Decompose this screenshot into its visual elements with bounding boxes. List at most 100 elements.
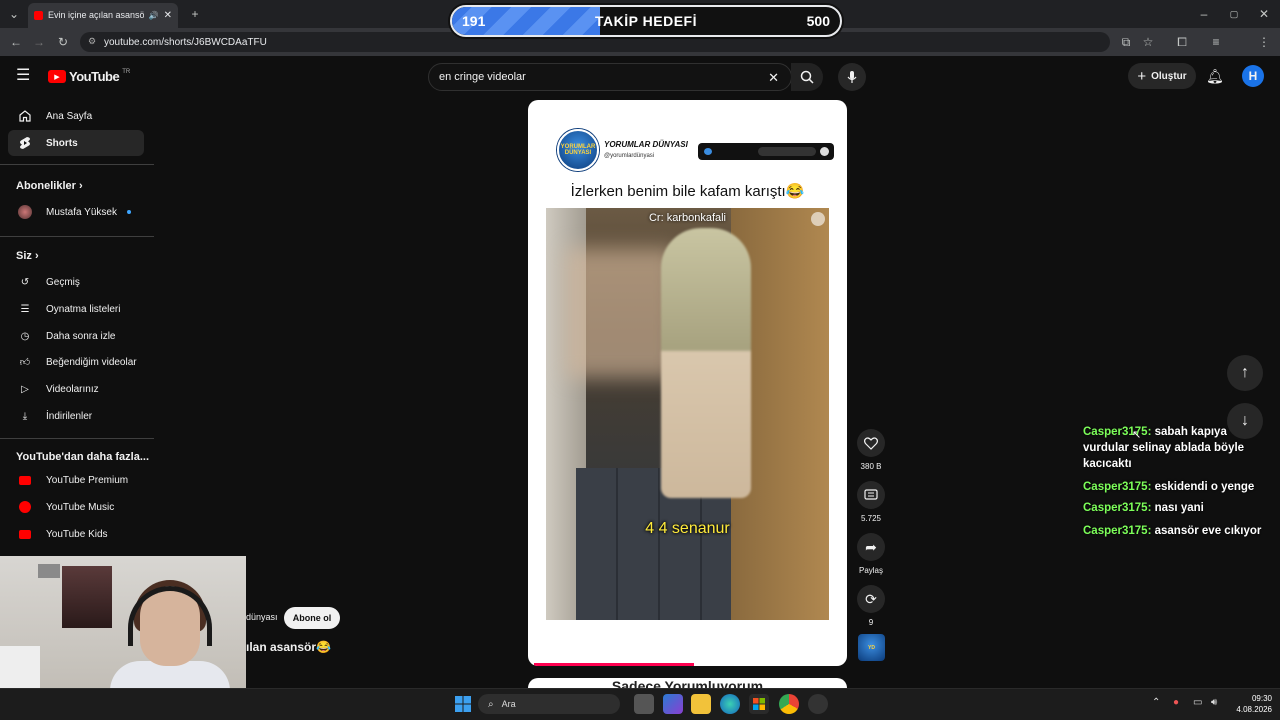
- tab-search-icon[interactable]: ⌄: [6, 6, 22, 22]
- task-view-icon[interactable]: [634, 694, 654, 714]
- create-button[interactable]: + Oluştur: [1128, 63, 1196, 89]
- tab-title: Evin içine açılan asansör😂: [48, 10, 144, 20]
- shorts-video-card[interactable]: YORUMLAR DÜNYASI YORUMLAR DÜNYASI @yorum…: [528, 100, 847, 666]
- sidebar-item-your-videos[interactable]: ▷ Videolarınız: [8, 376, 144, 402]
- sidebar-item-music[interactable]: YouTube Music: [8, 494, 144, 520]
- site-info-icon[interactable]: ⚙: [88, 36, 96, 47]
- comments-button[interactable]: [857, 481, 885, 509]
- sidebar-item-shorts[interactable]: Shorts: [8, 130, 144, 156]
- maximize-icon[interactable]: ▢: [1226, 6, 1242, 22]
- video-frame[interactable]: Cr: karbonkafali 4 4 senanur: [546, 208, 829, 620]
- subscriptions-heading[interactable]: Abonelikler ›: [16, 180, 83, 192]
- sidebar-item-premium[interactable]: YouTube Premium: [8, 467, 144, 493]
- new-tab-icon[interactable]: +: [187, 6, 203, 22]
- sidebar-item-label: Videolarınız: [46, 383, 99, 395]
- share-label: Paylaş: [858, 566, 883, 575]
- video-caption: İzlerken benim bile kafam karıştı😂: [570, 183, 805, 200]
- clock-time[interactable]: 09:30: [1232, 694, 1272, 703]
- tray-chevron-icon[interactable]: ⌃: [1152, 697, 1160, 708]
- comment-icon: [864, 488, 878, 500]
- microsoft-365-icon[interactable]: [663, 694, 683, 714]
- clock-date[interactable]: 4.08.2026: [1222, 705, 1272, 714]
- arrow-up-icon: ↑: [1241, 364, 1249, 381]
- cast-icon[interactable]: ⧉: [1118, 34, 1134, 50]
- history-icon: ↺: [20, 276, 30, 288]
- taskbar-search-placeholder: Ara: [501, 699, 516, 709]
- sidebar-item-label: İndirilenler: [46, 410, 93, 422]
- channel-avatar-button[interactable]: YD: [858, 634, 885, 661]
- sidebar-item-label: Mustafa Yüksek: [46, 206, 117, 218]
- video-credit: Cr: karbonkafali: [648, 212, 727, 224]
- bookmark-star-icon[interactable]: ☆: [1140, 34, 1156, 50]
- chevron-right-icon: ›: [78, 180, 83, 192]
- start-windows-icon[interactable]: [453, 694, 473, 714]
- browser-tab[interactable]: Evin içine açılan asansör😂 🔊 ✕: [28, 3, 178, 28]
- sidebar-item-downloads[interactable]: ⤓ İndirilenler: [8, 403, 144, 429]
- clear-search-icon[interactable]: ✕: [768, 70, 779, 86]
- goal-label: TAKİP HEDEFİ: [595, 13, 697, 29]
- search-input[interactable]: en cringe videolar ✕: [428, 63, 792, 91]
- account-avatar[interactable]: H: [1242, 65, 1264, 87]
- subscribe-button[interactable]: Abone ol: [284, 607, 340, 629]
- chat-username: Casper3175:: [1083, 502, 1152, 514]
- store-icon[interactable]: [749, 694, 769, 714]
- chat-text: asansör eve cıkıyor: [1154, 525, 1262, 537]
- display-icon[interactable]: ▭: [1193, 697, 1202, 708]
- close-tab-icon[interactable]: ✕: [164, 10, 172, 21]
- wall-picture: [38, 564, 60, 578]
- you-heading[interactable]: Siz ›: [16, 250, 39, 262]
- sidebar-item-playlists[interactable]: ☰ Oynatma listeleri: [8, 296, 144, 322]
- sidebar-divider: [0, 438, 154, 439]
- edge-browser-icon[interactable]: [720, 694, 740, 714]
- chat-message: Casper3175: nası yani: [1083, 500, 1273, 516]
- follow-goal-bar: 191 TAKİP HEDEFİ 500: [450, 5, 842, 37]
- video-subtitle: 4 4 senanur: [645, 520, 730, 537]
- app-icon[interactable]: [808, 694, 828, 714]
- chrome-icon[interactable]: [779, 694, 799, 714]
- search-button[interactable]: [791, 63, 823, 91]
- clock-icon: ◷: [20, 330, 30, 342]
- sidebar-item-home[interactable]: Ana Sayfa: [8, 103, 144, 129]
- overlay-channel-name: dünyası: [246, 612, 278, 622]
- sidebar-item-label: Geçmiş: [46, 276, 80, 288]
- plus-icon: +: [1137, 67, 1147, 85]
- video-progress-bar[interactable]: [534, 663, 694, 666]
- goal-target: 500: [806, 13, 830, 29]
- browser-menu-icon[interactable]: ⋮: [1256, 34, 1272, 50]
- remix-icon: ⟳: [865, 590, 877, 607]
- sidebar-item-liked[interactable]: 👍︎ Beğendiğim videolar: [8, 349, 144, 375]
- microphone-tray-icon[interactable]: ●: [1173, 697, 1179, 708]
- thumbs-up-icon: 👍︎: [19, 357, 31, 368]
- share-button[interactable]: ➦: [857, 533, 885, 561]
- reading-list-icon[interactable]: ≡: [1208, 34, 1224, 50]
- previous-short-button[interactable]: ↑: [1227, 355, 1263, 391]
- voice-search-button[interactable]: [838, 63, 866, 91]
- forward-icon[interactable]: →: [31, 34, 47, 50]
- remix-button[interactable]: ⟳: [857, 585, 885, 613]
- menu-hamburger-icon[interactable]: ☰: [16, 68, 30, 84]
- like-button[interactable]: [857, 429, 885, 457]
- extensions-icon[interactable]: ⧠: [1174, 34, 1190, 50]
- sidebar-item-subscription[interactable]: Mustafa Yüksek: [8, 199, 144, 225]
- sidebar-item-history[interactable]: ↺ Geçmiş: [8, 269, 144, 295]
- volume-icon[interactable]: 🔊︎: [1211, 697, 1217, 708]
- window-close-icon[interactable]: ✕: [1256, 6, 1272, 22]
- mouse-cursor-icon: ↖: [1132, 429, 1142, 441]
- embedded-channel-banner: [698, 143, 834, 160]
- notifications-bell-icon[interactable]: 🔔︎: [1206, 68, 1224, 85]
- share-arrow-icon: ➦: [865, 538, 877, 555]
- comment-count: 5.725: [860, 514, 882, 523]
- youtube-logo[interactable]: ▶ YouTube TR: [48, 69, 130, 84]
- channel-avatar: [18, 205, 32, 219]
- sidebar-item-kids[interactable]: YouTube Kids: [8, 521, 144, 547]
- taskbar-search[interactable]: ⌕ Ara: [478, 694, 620, 714]
- back-icon[interactable]: ←: [8, 34, 24, 50]
- chat-username: Casper3175:: [1083, 481, 1152, 493]
- file-explorer-icon[interactable]: [691, 694, 711, 714]
- reload-icon[interactable]: ↻: [55, 34, 71, 50]
- sidebar-item-label: YouTube Premium: [46, 474, 129, 486]
- sidebar-item-watch-later[interactable]: ◷ Daha sonra izle: [8, 323, 144, 349]
- url-text: youtube.com/shorts/J6BWCDAaTFU: [104, 36, 267, 48]
- home-icon: [18, 109, 32, 123]
- minimize-icon[interactable]: –: [1196, 6, 1212, 22]
